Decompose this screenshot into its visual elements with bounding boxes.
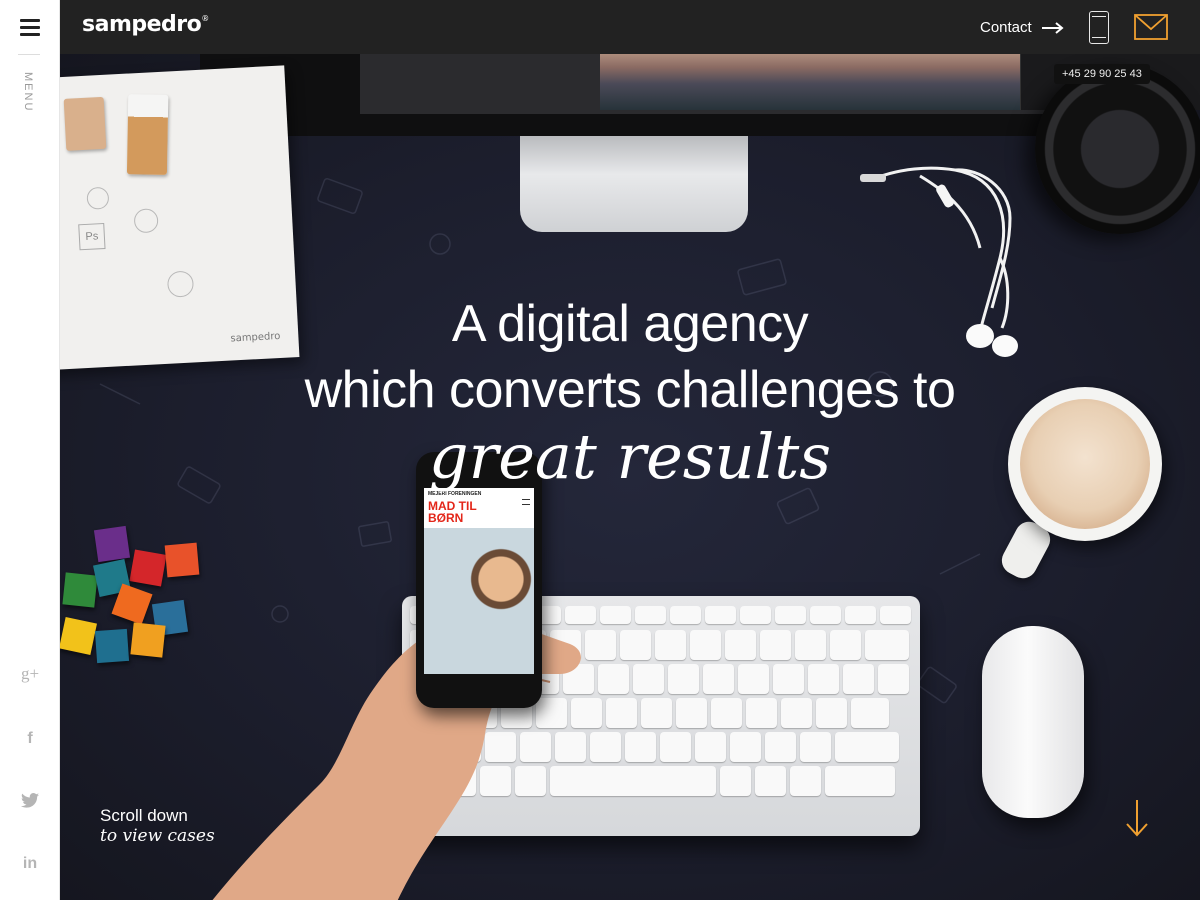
mouse — [982, 626, 1084, 818]
scroll-hint[interactable]: Scroll down to view cases — [100, 806, 215, 846]
scroll-hint-line1: Scroll down — [100, 806, 188, 825]
keyboard-key — [711, 698, 742, 728]
linkedin-icon[interactable]: in — [0, 855, 60, 873]
gplus-icon[interactable]: g+ — [0, 664, 60, 684]
hamburger-line — [20, 25, 40, 29]
hero-headline-line3: great results — [428, 420, 832, 493]
arrow-right-icon[interactable] — [1042, 21, 1064, 35]
contact-link[interactable]: Contact — [980, 19, 1032, 36]
keyboard-key — [865, 630, 909, 660]
keyboard-key — [843, 664, 874, 694]
keyboard-key — [670, 606, 701, 624]
keyboard-key — [825, 766, 895, 796]
keyboard-key — [795, 630, 826, 660]
photoshop-stamp: Ps — [78, 222, 106, 251]
hero: Ps sampedro +45 29 90 25 43 MEJERI FOREN… — [60, 54, 1200, 900]
keyboard-key — [851, 698, 889, 728]
keyboard-key — [690, 630, 721, 660]
keyboard-key — [660, 732, 691, 762]
keyboard-key — [765, 732, 796, 762]
keyboard-key — [703, 664, 734, 694]
logo-text: sampedro — [82, 12, 202, 37]
keyboard-key — [775, 606, 806, 624]
keyboard-key — [655, 630, 686, 660]
keyboard-key — [641, 698, 672, 728]
keyboard-key — [781, 698, 812, 728]
twitter-bird-glyph — [21, 793, 39, 808]
toy-block — [60, 617, 97, 655]
smartphone-screen: MEJERI FORENINGEN MAD TIL BØRN — [424, 488, 534, 674]
keyboard-key — [740, 606, 771, 624]
phone-headline-line: BØRN — [428, 511, 464, 525]
keyboard-key — [720, 766, 751, 796]
pencil-sharpener — [63, 96, 107, 151]
hero-headline-line2: which converts challenges to — [304, 361, 956, 419]
phone-menu-icon — [522, 499, 530, 505]
arrow-down-icon[interactable] — [1124, 798, 1150, 838]
keyboard-key — [830, 630, 861, 660]
toy-block — [93, 525, 131, 563]
monitor — [200, 54, 1200, 136]
keyboard-key — [695, 732, 726, 762]
sketch-doodle — [133, 208, 159, 234]
keyboard-key — [800, 732, 831, 762]
hamburger-line — [20, 18, 40, 22]
keyboard-key — [620, 630, 651, 660]
keyboard-key — [625, 732, 656, 762]
keyboard-key — [790, 766, 821, 796]
keyboard-key — [835, 732, 899, 762]
keyboard-key — [760, 630, 791, 660]
toy-block — [94, 628, 130, 664]
twitter-icon[interactable] — [0, 793, 60, 813]
keyboard-key — [676, 698, 707, 728]
keyboard-key — [668, 664, 699, 694]
top-bar: sampedro® Contact — [60, 0, 1200, 54]
sketch-doodle — [86, 186, 110, 210]
keyboard-key — [808, 664, 839, 694]
monitor-stand — [520, 136, 748, 232]
keyboard-key — [730, 732, 761, 762]
keyboard-key — [705, 606, 736, 624]
scroll-hint-line2: to view cases — [100, 826, 215, 846]
keyboard-key — [725, 630, 756, 660]
keyboard-key — [816, 698, 847, 728]
phone-number-badge[interactable]: +45 29 90 25 43 — [1054, 64, 1150, 84]
keyboard-key — [755, 766, 786, 796]
mobile-phone-icon[interactable] — [1089, 11, 1109, 44]
keyboard-key — [635, 606, 666, 624]
keyboard-key — [633, 664, 664, 694]
logo-registered-mark: ® — [201, 14, 209, 23]
keyboard-key — [880, 606, 911, 624]
phone-baby-photo — [424, 528, 534, 674]
hamburger-icon[interactable] — [0, 0, 60, 54]
keyboard-key — [746, 698, 777, 728]
keyboard-key — [810, 606, 841, 624]
keyboard-key — [845, 606, 876, 624]
eraser — [126, 94, 169, 175]
menu-label[interactable]: MENU — [22, 72, 34, 112]
mail-icon[interactable] — [1134, 14, 1168, 40]
keyboard-key — [878, 664, 909, 694]
sidebar-divider — [18, 54, 40, 55]
toy-block — [62, 572, 98, 608]
facebook-icon[interactable]: f — [0, 730, 60, 748]
keyboard-key — [738, 664, 769, 694]
keyboard-key — [773, 664, 804, 694]
sidebar: MENU g+ f in — [0, 0, 60, 900]
logo[interactable]: sampedro® — [82, 12, 209, 37]
hamburger-line — [20, 32, 40, 36]
hero-headline-line1: A digital agency — [451, 295, 809, 353]
phone-headline: MAD TIL BØRN — [428, 500, 477, 524]
